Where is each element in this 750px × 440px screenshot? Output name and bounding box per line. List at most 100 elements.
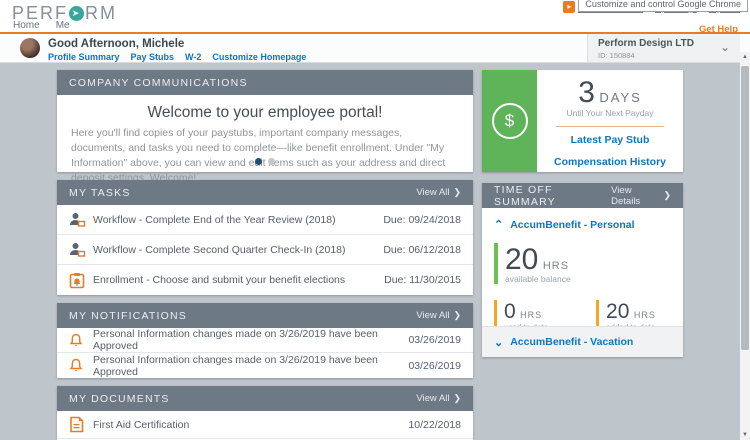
balance-caption: available balance bbox=[505, 274, 683, 284]
added-unit: HRS bbox=[634, 310, 656, 320]
latest-pay-stub-link[interactable]: Latest Pay Stub bbox=[537, 134, 683, 146]
task-due-date: Due: 06/12/2018 bbox=[383, 244, 461, 256]
notification-row[interactable]: Personal Information changes made on 3/2… bbox=[57, 353, 473, 378]
payday-days-unit: DAYS bbox=[599, 90, 641, 105]
scroll-down-arrow-icon[interactable]: ▼ bbox=[740, 430, 750, 440]
payday-countdown: 3 DAYS bbox=[537, 76, 683, 110]
used-unit: HRS bbox=[520, 310, 542, 320]
payday-subtitle: Until Your Next Payday bbox=[537, 108, 683, 118]
scrollbar-thumb[interactable] bbox=[741, 66, 749, 350]
used-value: 0 bbox=[504, 300, 516, 323]
compensation-history-link[interactable]: Compensation History bbox=[537, 156, 683, 168]
documents-view-all-button[interactable]: View All❯ bbox=[416, 393, 461, 404]
balance-unit: HRS bbox=[543, 260, 569, 272]
workflow-person-icon bbox=[69, 212, 93, 228]
panel-title: MY TASKS bbox=[69, 187, 131, 199]
company-communications-panel: COMPANY COMMUNICATIONS Welcome to your e… bbox=[57, 70, 473, 172]
greeting-quick-links: Profile Summary Pay Stubs W-2 Customize … bbox=[48, 52, 306, 62]
carousel-dot-2[interactable] bbox=[268, 158, 275, 165]
bell-icon bbox=[69, 333, 93, 348]
my-tasks-panel: MY TASKS View All❯ Workflow - Complete E… bbox=[57, 180, 473, 295]
bell-icon bbox=[69, 358, 93, 373]
tasks-view-all-button[interactable]: View All❯ bbox=[416, 187, 461, 198]
task-due-date: Due: 09/24/2018 bbox=[383, 214, 461, 226]
browser-tooltip-text: Customize and control Google Chrome bbox=[585, 0, 741, 9]
document-row[interactable]: First Aid Certification 10/22/2018 bbox=[57, 411, 473, 439]
payday-green-block: $ bbox=[482, 70, 537, 172]
accumbenefit-vacation-toggle[interactable]: ⌄ AccumBenefit - Vacation bbox=[482, 326, 683, 357]
payday-divider bbox=[556, 126, 664, 127]
time-off-view-details-button[interactable]: View Details❯ bbox=[611, 185, 671, 207]
document-icon bbox=[69, 416, 93, 433]
task-label: Workflow - Complete Second Quarter Check… bbox=[93, 244, 383, 256]
panel-title: COMPANY COMMUNICATIONS bbox=[69, 77, 248, 89]
my-documents-panel: MY DOCUMENTS View All❯ First Aid Certifi… bbox=[57, 386, 473, 440]
company-communications-header: COMPANY COMMUNICATIONS bbox=[57, 70, 473, 95]
document-name: First Aid Certification bbox=[93, 419, 408, 431]
chevron-right-icon: ❯ bbox=[453, 310, 461, 321]
task-label: Workflow - Complete End of the Year Revi… bbox=[93, 214, 383, 226]
company-name: Perform Design LTD bbox=[598, 38, 694, 49]
panel-title: TIME OFF SUMMARY bbox=[494, 184, 611, 208]
enrollment-clipboard-icon bbox=[69, 272, 93, 289]
time-off-header: TIME OFF SUMMARY View Details❯ bbox=[482, 183, 683, 208]
notification-row[interactable]: Personal Information changes made on 3/2… bbox=[57, 328, 473, 353]
task-due-date: Due: 11/30/2015 bbox=[384, 274, 461, 286]
payday-days-number: 3 bbox=[578, 76, 595, 109]
chevron-right-icon: ❯ bbox=[453, 393, 461, 404]
chevron-right-icon: ❯ bbox=[663, 190, 671, 201]
vertical-scrollbar[interactable]: ▲ ▼ bbox=[740, 52, 750, 440]
panel-title: MY NOTIFICATIONS bbox=[69, 310, 187, 322]
available-balance-stat: 20 HRS available balance bbox=[494, 243, 683, 284]
task-row[interactable]: Enrollment - Choose and submit your bene… bbox=[57, 265, 473, 295]
chevron-down-icon: ⌄ bbox=[494, 336, 503, 349]
nav-item-me[interactable]: Me bbox=[56, 20, 70, 31]
dollar-circle-icon: $ bbox=[492, 103, 528, 139]
my-tasks-header: MY TASKS View All❯ bbox=[57, 180, 473, 205]
notification-text: Personal Information changes made on 3/2… bbox=[93, 328, 408, 352]
notification-badge-icon: ▸ bbox=[563, 1, 575, 13]
notifications-view-all-button[interactable]: View All❯ bbox=[416, 310, 461, 321]
logo-text-post: RM bbox=[85, 3, 117, 24]
greeting-title: Good Afternoon, Michele bbox=[48, 38, 184, 50]
get-help-link[interactable]: Get Help bbox=[699, 24, 738, 35]
panel-title: MY DOCUMENTS bbox=[69, 393, 170, 405]
profile-summary-link[interactable]: Profile Summary bbox=[48, 52, 120, 62]
nav-item-home[interactable]: Home bbox=[13, 20, 40, 31]
scroll-up-arrow-icon[interactable]: ▲ bbox=[740, 52, 750, 62]
task-row[interactable]: Workflow - Complete End of the Year Revi… bbox=[57, 205, 473, 235]
document-date: 10/22/2018 bbox=[408, 419, 461, 431]
customize-homepage-link[interactable]: Customize Homepage bbox=[212, 52, 306, 62]
accumbenefit-personal-label: AccumBenefit - Personal bbox=[510, 219, 634, 231]
time-off-summary-panel: TIME OFF SUMMARY View Details❯ ⌃ AccumBe… bbox=[482, 183, 683, 357]
accumbenefit-vacation-label: AccumBenefit - Vacation bbox=[510, 336, 633, 348]
balance-value: 20 bbox=[505, 243, 538, 276]
company-selector[interactable]: Perform Design LTD ID: 150884 ⌄ bbox=[587, 34, 740, 62]
communication-headline: Welcome to your employee portal! bbox=[57, 104, 473, 122]
accumbenefit-personal-toggle[interactable]: ⌃ AccumBenefit - Personal bbox=[482, 208, 683, 237]
task-row[interactable]: Workflow - Complete Second Quarter Check… bbox=[57, 235, 473, 265]
user-avatar[interactable] bbox=[20, 38, 40, 58]
carousel-dots bbox=[57, 158, 473, 165]
my-documents-header: MY DOCUMENTS View All❯ bbox=[57, 386, 473, 411]
workflow-person-icon bbox=[69, 242, 93, 258]
payday-body: 3 DAYS Until Your Next Payday Latest Pay… bbox=[537, 70, 683, 172]
added-value: 20 bbox=[606, 300, 629, 323]
chevron-up-icon: ⌃ bbox=[494, 218, 503, 231]
notification-date: 03/26/2019 bbox=[408, 360, 461, 372]
pay-stubs-link[interactable]: Pay Stubs bbox=[131, 52, 175, 62]
greeting-bar: Good Afternoon, Michele Profile Summary … bbox=[0, 34, 750, 63]
task-label: Enrollment - Choose and submit your bene… bbox=[93, 274, 384, 286]
main-nav: Home Me bbox=[13, 20, 70, 31]
my-notifications-header: MY NOTIFICATIONS View All❯ bbox=[57, 303, 473, 328]
my-notifications-panel: MY NOTIFICATIONS View All❯ Personal Info… bbox=[57, 303, 473, 378]
company-id: ID: 150884 bbox=[598, 51, 635, 60]
employee-portal-page: PERF➤RM Home Me Welcome, Michele My Sett… bbox=[0, 0, 750, 440]
communication-body: Here you'll find copies of your paystubs… bbox=[57, 126, 473, 186]
logo-o-circular-arrow-icon: ➤ bbox=[69, 6, 84, 21]
carousel-dot-1[interactable] bbox=[255, 158, 262, 165]
browser-tooltip: ▸ Customize and control Google Chrome bbox=[578, 0, 748, 12]
notification-date: 03/26/2019 bbox=[408, 334, 461, 346]
chevron-down-icon[interactable]: ⌄ bbox=[720, 40, 730, 54]
w2-link[interactable]: W-2 bbox=[185, 52, 201, 62]
